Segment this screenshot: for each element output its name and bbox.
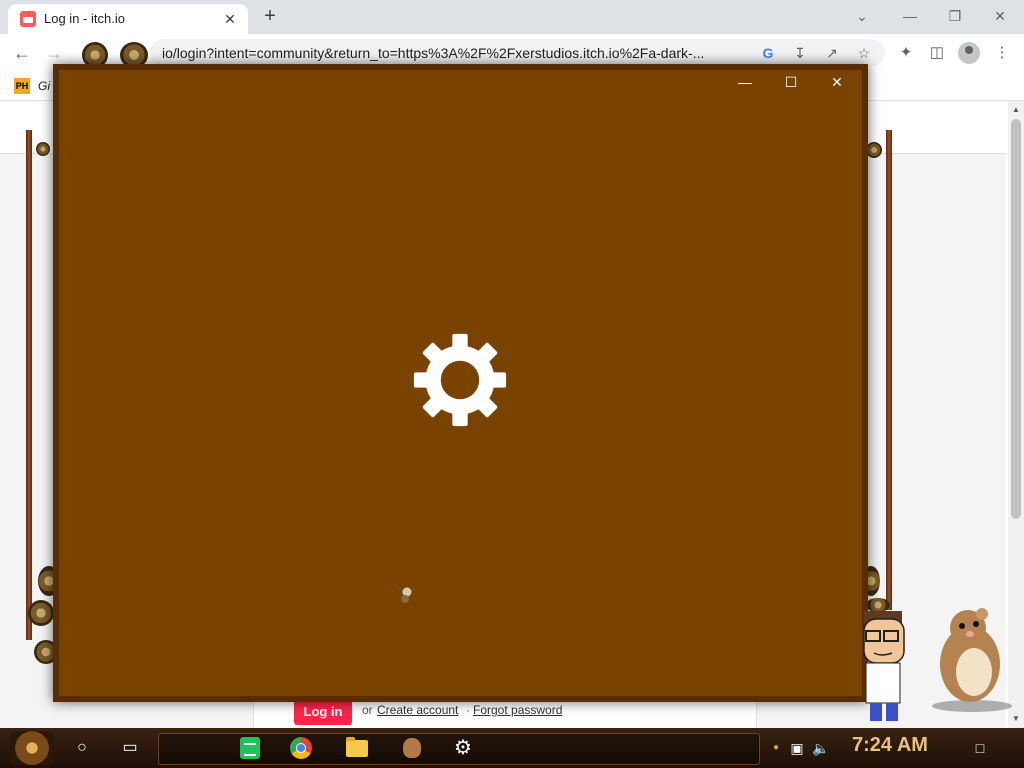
address-bar[interactable]: io/login?intent=community&return_to=http… [150,39,885,67]
restore-button[interactable]: ❐ [941,4,969,28]
notifications-icon[interactable]: □ [970,738,990,758]
cartoon-man-sticker [863,611,905,721]
link-separator: · [466,703,470,717]
clock[interactable]: 7:24 AM [852,734,928,757]
cortana-icon[interactable]: ○ [70,736,94,760]
login-button[interactable]: Log in [294,699,352,725]
frame-gear-icon [866,598,890,612]
tab-search-button[interactable]: ⌄ [848,4,876,28]
taskbar: ○ ▭ ⚙ ● ▣ 🔈 7:24 AM □ [0,728,1024,768]
frame-gear-icon [28,600,54,626]
overlay-maximize-button[interactable]: ☐ [778,72,804,92]
scroll-down-icon[interactable]: ▼ [1008,712,1024,726]
overlay-close-button[interactable]: ✕ [824,72,850,92]
frame-pipe-left [26,130,32,640]
tab-title: Log in - itch.io [44,11,125,26]
tab-itch-login[interactable]: Log in - itch.io ✕ [8,4,248,34]
sheets-icon[interactable] [238,736,262,760]
google-lens-icon[interactable]: G [758,43,778,63]
minimize-button[interactable]: — [896,4,924,28]
back-button[interactable]: ← [10,42,34,64]
frame-gear-icon [866,142,882,158]
producthunt-icon[interactable]: PH [14,78,30,94]
tab-strip: Log in - itch.io ✕ + ⌄ — ❐ ✕ [0,0,1024,34]
chrome-icon[interactable] [289,736,313,760]
overlay-minimize-button[interactable]: — [732,72,758,92]
gear-icon [413,333,507,427]
url-text[interactable]: io/login?intent=community&return_to=http… [162,45,752,61]
scroll-up-icon[interactable]: ▲ [1008,103,1024,117]
volume-muted-icon[interactable]: 🔈 [811,738,831,758]
profile-avatar[interactable] [958,42,980,64]
steampunk-cursor-icon [394,583,413,603]
new-tab-button[interactable]: + [258,5,282,29]
bookmark-star-icon[interactable]: ☆ [854,43,874,63]
frame-gear-icon [36,142,50,156]
task-view-icon[interactable]: ▭ [118,736,142,760]
itch-favicon-icon [20,11,36,27]
start-button[interactable] [10,731,54,765]
create-account-link[interactable]: Create account [377,703,458,717]
network-icon[interactable]: ▣ [787,738,807,758]
settings-icon[interactable]: ⚙ [451,736,475,760]
forward-button[interactable]: → [42,42,66,64]
forgot-password-link[interactable]: Forgot password [473,703,562,717]
or-label: or [362,703,373,717]
file-explorer-icon[interactable] [345,736,369,760]
loading-window: — ☐ ✕ [53,64,868,702]
install-app-icon[interactable]: ↧ [790,43,810,63]
share-icon[interactable]: ↗ [822,43,842,63]
close-window-button[interactable]: ✕ [986,4,1014,28]
bookmark-label[interactable]: Gi [38,79,50,93]
frame-pipe-right [886,130,892,610]
tab-close-icon[interactable]: ✕ [220,9,240,29]
hamster-sticker [932,608,1012,712]
scroll-thumb[interactable] [1011,119,1021,519]
tray-overflow-icon[interactable]: ● [766,738,786,758]
extensions-icon[interactable]: ✦ [896,43,916,63]
side-panel-icon[interactable]: ◫ [927,43,947,63]
menu-icon[interactable]: ⋮ [992,43,1012,63]
hamster-app-icon[interactable] [400,736,424,760]
